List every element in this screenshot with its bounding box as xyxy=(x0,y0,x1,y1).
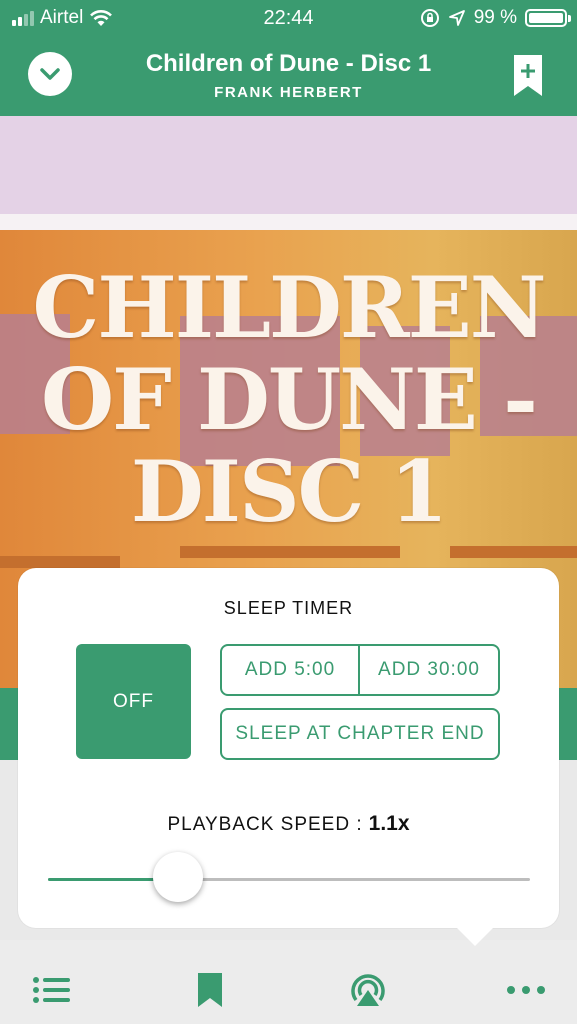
playback-speed-caption: PLAYBACK SPEED : xyxy=(167,814,363,835)
status-bar: Airtel 22:44 99 % xyxy=(0,0,577,36)
playback-speed-label: PLAYBACK SPEED :1.1x xyxy=(18,812,559,836)
airplay-button[interactable] xyxy=(346,970,390,1010)
sleep-timer-popup: SLEEP TIMER OFF ADD 5:00 ADD 30:00 SLEEP… xyxy=(18,568,559,946)
popup-pointer xyxy=(455,926,495,946)
more-dots-icon xyxy=(507,986,545,994)
book-author: FRANK HERBERT xyxy=(214,84,363,101)
cover-title-line: OF DUNE - xyxy=(40,350,538,449)
more-button[interactable] xyxy=(504,970,548,1010)
chevron-down-icon xyxy=(40,68,60,80)
playback-speed-value: 1.1x xyxy=(368,812,410,835)
location-icon xyxy=(448,10,465,26)
playback-speed-slider[interactable] xyxy=(48,852,530,902)
battery-icon xyxy=(525,9,571,27)
add-30-minutes-button[interactable]: ADD 30:00 xyxy=(358,644,500,696)
collapse-button[interactable] xyxy=(28,52,72,96)
sleep-at-chapter-end-button[interactable]: SLEEP AT CHAPTER END xyxy=(220,708,500,760)
add-5-minutes-button[interactable]: ADD 5:00 xyxy=(220,644,360,696)
cover-title-line: DISC 1 xyxy=(130,442,448,541)
bookmark-icon xyxy=(198,973,222,1007)
sleep-timer-title: SLEEP TIMER xyxy=(223,598,354,618)
bookmark-plus-icon[interactable] xyxy=(513,54,543,98)
battery-percent: 99 % xyxy=(473,7,517,28)
bottom-toolbar xyxy=(0,940,577,1024)
list-icon xyxy=(33,977,70,1003)
chapters-button[interactable] xyxy=(30,970,74,1010)
book-title: Children of Dune - Disc 1 xyxy=(145,50,432,77)
rotation-lock-icon xyxy=(420,9,439,27)
timer-off-button[interactable]: OFF xyxy=(76,644,191,759)
bookmarks-button[interactable] xyxy=(188,970,232,1010)
cover-title-line: CHILDREN xyxy=(32,258,546,357)
airplay-icon xyxy=(351,974,385,1006)
player-header: Children of Dune - Disc 1 FRANK HERBERT xyxy=(0,36,577,116)
slider-thumb[interactable] xyxy=(153,852,204,902)
cover-title: CHILDREN OF DUNE - DISC 1 xyxy=(0,262,577,538)
